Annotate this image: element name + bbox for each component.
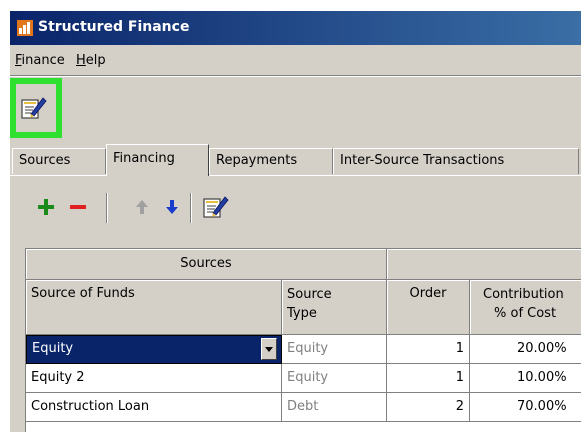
table-row-2-contribution[interactable]: 10.00% [470, 364, 581, 393]
cell-order-value: 2 [455, 399, 464, 414]
remove-row-button[interactable] [66, 195, 90, 219]
tab-strip: Sources Financing Repayments Inter-Sourc… [10, 144, 581, 176]
cell-source-value: Construction Loan [31, 399, 150, 414]
menu-help[interactable]: Help [76, 53, 106, 68]
edit-row-button[interactable] [201, 193, 229, 221]
table-row-2-order[interactable]: 1 [387, 364, 470, 393]
cell-contribution-value: 20.00% [517, 341, 567, 356]
chevron-down-icon [265, 346, 273, 352]
tab-panel-border [10, 175, 581, 176]
group-header-sources: Sources [26, 249, 387, 280]
group-header-label: Sources [180, 256, 232, 271]
arrow-up-icon [136, 200, 148, 214]
cell-order-value: 1 [455, 370, 464, 385]
table-row-3-type: Debt [282, 393, 387, 422]
grid-action-bar [10, 191, 581, 227]
menu-bar: Finance Help [10, 51, 581, 73]
menu-divider [10, 75, 581, 77]
tab-inter-source-label: Inter-Source Transactions [340, 153, 505, 168]
column-header-order-label: Order [409, 286, 447, 301]
minus-icon [70, 205, 86, 209]
cell-contribution-value: 10.00% [517, 370, 567, 385]
group-header-blank [387, 249, 581, 280]
column-header-source-type-line2: Type [287, 306, 317, 321]
cell-type-value: Equity [287, 341, 329, 356]
column-header-order[interactable]: Order [387, 280, 470, 335]
tab-financing-label: Financing [113, 151, 175, 166]
menu-finance-rest: inance [21, 53, 65, 68]
move-down-button[interactable] [160, 195, 184, 219]
column-header-source-type-line1: Source [287, 287, 332, 302]
arrow-down-icon [166, 200, 178, 214]
table-row-1-contribution[interactable]: 20.00% [470, 335, 581, 364]
tab-sources-label: Sources [19, 153, 71, 168]
menu-help-mnemonic: H [76, 53, 86, 68]
toolbar-highlight [10, 78, 62, 138]
table-row-1-order[interactable]: 1 [387, 335, 470, 364]
screen: Structured Finance Finance Help Sources … [0, 0, 581, 432]
column-header-contribution[interactable]: Contribution % of Cost [470, 280, 581, 335]
column-header-contribution-line1: Contribution [483, 287, 564, 302]
edit-document-icon [203, 196, 229, 218]
table-row-3-contribution[interactable]: 70.00% [470, 393, 581, 422]
table-row-1-type: Equity [282, 335, 387, 364]
cell-type-value: Debt [287, 399, 319, 414]
tab-inter-source-transactions[interactable]: Inter-Source Transactions [333, 148, 579, 174]
tab-financing[interactable]: Financing [106, 144, 209, 176]
financing-grid: Sources Source of Funds Source Type Order… [25, 248, 581, 432]
table-row-1-source[interactable]: Equity [26, 335, 282, 364]
column-header-source-type[interactable]: Source Type [282, 280, 387, 335]
tab-repayments-label: Repayments [216, 153, 298, 168]
source-dropdown-button[interactable] [261, 338, 277, 360]
window-title: Structured Finance [38, 19, 190, 35]
table-row-2-type: Equity [282, 364, 387, 393]
app-logo-icon [17, 20, 33, 36]
action-separator-2 [190, 193, 192, 223]
table-row-3-source[interactable]: Construction Loan [26, 393, 282, 422]
column-header-source-of-funds[interactable]: Source of Funds [26, 280, 282, 335]
cell-order-value: 1 [455, 341, 464, 356]
plus-icon [38, 199, 54, 215]
add-row-button[interactable] [34, 195, 58, 219]
cell-contribution-value: 70.00% [517, 399, 567, 414]
column-header-source-of-funds-label: Source of Funds [31, 286, 135, 301]
toolbar-edit-button[interactable] [16, 84, 56, 132]
title-bar[interactable]: Structured Finance [10, 11, 581, 45]
menu-help-rest: elp [85, 53, 106, 68]
edit-document-icon [21, 97, 47, 119]
cell-source-value: Equity [32, 341, 74, 356]
column-header-contribution-line2: % of Cost [494, 306, 557, 321]
tab-repayments[interactable]: Repayments [209, 148, 333, 174]
move-up-button[interactable] [130, 195, 154, 219]
cell-source-value: Equity 2 [31, 370, 85, 385]
action-separator-1 [106, 193, 108, 223]
tab-sources[interactable]: Sources [12, 148, 106, 174]
menu-finance[interactable]: Finance [15, 53, 65, 68]
app-window: Structured Finance Finance Help Sources … [10, 11, 581, 432]
cell-type-value: Equity [287, 370, 329, 385]
table-row-2-source[interactable]: Equity 2 [26, 364, 282, 393]
table-row-3-order[interactable]: 2 [387, 393, 470, 422]
